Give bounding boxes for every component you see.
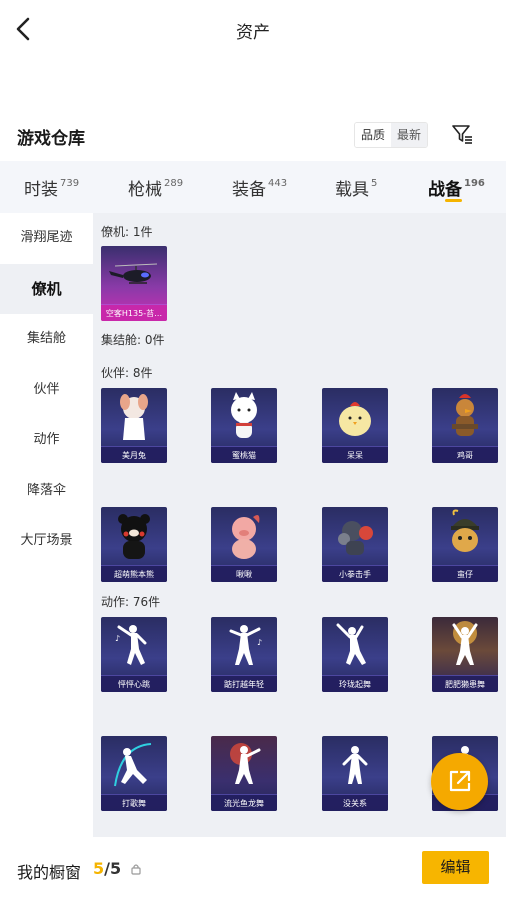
showcase-count: 5/5 bbox=[93, 859, 121, 878]
dancer-silhouette-icon bbox=[114, 743, 152, 787]
dancer-silhouette-icon bbox=[452, 621, 478, 665]
sidebar-item-wingman[interactable]: 僚机 bbox=[0, 263, 93, 314]
item-card[interactable]: 玲珑起舞 bbox=[322, 617, 388, 692]
item-card[interactable]: 蜜桃猫 bbox=[211, 388, 277, 463]
item-name: 呆呆 bbox=[347, 451, 363, 460]
tab-fashion[interactable]: 时装 739 bbox=[24, 175, 79, 200]
boxer-character-icon bbox=[338, 521, 373, 555]
tab-label: 时装 bbox=[24, 180, 58, 200]
tab-count: 289 bbox=[164, 178, 184, 190]
item-card[interactable]: 超萌熊本熊 bbox=[101, 507, 167, 582]
warehouse-title: 游戏仓库 bbox=[17, 129, 85, 149]
showcase-count-current: 5 bbox=[93, 859, 105, 878]
item-card[interactable]: 美月兔 bbox=[101, 388, 167, 463]
sort-quality-button[interactable]: 品质 bbox=[355, 123, 392, 147]
item-name: 踮打越年轻 bbox=[224, 680, 264, 689]
page-title: 资产 bbox=[236, 23, 270, 43]
bunny-character-icon bbox=[120, 394, 148, 440]
top-bar: 资产 bbox=[0, 0, 506, 60]
item-name: 超萌熊本熊 bbox=[114, 570, 154, 579]
tab-equipment[interactable]: 装备 443 bbox=[232, 175, 287, 200]
sort-newest-button[interactable]: 最新 bbox=[391, 123, 428, 147]
sidebar: 滑翔尾迹 僚机 集结舱 伙伴 动作 降落伞 大厅场景 bbox=[0, 213, 93, 837]
tab-label: 装备 bbox=[232, 180, 266, 200]
item-name: 肥肥獭患舞 bbox=[445, 680, 485, 689]
tab-label: 载具 bbox=[335, 180, 369, 200]
tab-count: 739 bbox=[60, 178, 80, 190]
sidebar-item-companion[interactable]: 伙伴 bbox=[0, 365, 93, 416]
tab-count: 443 bbox=[268, 178, 288, 190]
tab-war-supplies[interactable]: 战备 196 bbox=[428, 175, 485, 200]
item-card[interactable]: 啾啾 bbox=[211, 507, 277, 582]
showcase-count-total: /5 bbox=[104, 859, 122, 878]
item-card[interactable]: 肥肥獭患舞 bbox=[432, 617, 498, 692]
item-card[interactable]: 鸡哥 bbox=[432, 388, 498, 463]
filter-button[interactable] bbox=[450, 122, 474, 146]
item-name: 蛮仔 bbox=[457, 570, 473, 579]
item-name: 玲珑起舞 bbox=[339, 680, 371, 689]
item-name: 啾啾 bbox=[236, 570, 252, 579]
bear-character-icon bbox=[118, 514, 150, 559]
sidebar-item-rally-pod[interactable]: 集结舱 bbox=[0, 314, 93, 365]
svg-text:♪: ♪ bbox=[115, 634, 120, 643]
share-export-icon bbox=[449, 770, 471, 792]
item-card[interactable]: 蛮仔 bbox=[432, 507, 498, 582]
sidebar-item-glide-trail[interactable]: 滑翔尾迹 bbox=[0, 213, 93, 264]
item-name: 怦怦心跳 bbox=[118, 680, 150, 689]
section-label-companion: 伙伴: 8件 bbox=[101, 366, 153, 380]
item-name: 空客H135-苔… bbox=[105, 309, 163, 318]
item-card[interactable]: ♪ 怦怦心跳 bbox=[101, 617, 167, 692]
sidebar-item-lobby-scene[interactable]: 大厅场景 bbox=[0, 516, 93, 567]
section-label-wingman: 僚机: 1件 bbox=[101, 225, 153, 239]
warehouse-header: 游戏仓库 品质 最新 bbox=[0, 118, 506, 152]
tab-label: 战备 bbox=[428, 180, 462, 200]
item-card[interactable]: 没关系 bbox=[322, 736, 388, 811]
item-card[interactable]: 打歌舞 bbox=[101, 736, 167, 811]
item-card[interactable]: 小拳击手 bbox=[322, 507, 388, 582]
edit-button[interactable]: 编辑 bbox=[422, 851, 489, 884]
item-name: 蜜桃猫 bbox=[232, 451, 256, 460]
sidebar-item-parachute[interactable]: 降落伞 bbox=[0, 466, 93, 517]
item-card[interactable]: 流光鱼龙舞 bbox=[211, 736, 277, 811]
category-tabs: 时装 739 枪械 289 装备 443 载具 5 战备 196 bbox=[0, 161, 506, 213]
dancer-silhouette-icon bbox=[230, 743, 261, 784]
tab-guns[interactable]: 枪械 289 bbox=[128, 175, 183, 200]
tab-label: 枪械 bbox=[128, 180, 162, 200]
sidebar-item-emote[interactable]: 动作 bbox=[0, 415, 93, 466]
item-card[interactable]: 空客H135-苔… bbox=[101, 246, 167, 321]
tab-count: 5 bbox=[371, 178, 378, 190]
dancer-silhouette-icon: ♪ bbox=[229, 625, 262, 665]
helicopter-icon bbox=[109, 263, 158, 284]
item-name: 流光鱼龙舞 bbox=[224, 799, 264, 808]
item-name: 小拳击手 bbox=[339, 570, 371, 579]
rooster-character-icon bbox=[452, 394, 478, 436]
item-name: 美月兔 bbox=[122, 451, 146, 460]
cat-character-icon bbox=[231, 392, 257, 438]
sort-toggle: 品质 最新 bbox=[354, 122, 429, 148]
section-label-rally-pod: 集结舱: 0件 bbox=[101, 333, 165, 347]
filter-icon bbox=[452, 125, 472, 144]
dancer-silhouette-icon bbox=[336, 623, 366, 665]
item-name: 鸡哥 bbox=[457, 451, 473, 460]
tab-count: 196 bbox=[464, 178, 485, 190]
share-button[interactable] bbox=[431, 753, 488, 810]
svg-text:♪: ♪ bbox=[257, 638, 262, 647]
dancer-silhouette-icon bbox=[342, 746, 368, 784]
helmet-character-icon bbox=[451, 509, 479, 552]
tab-vehicles[interactable]: 载具 5 bbox=[335, 175, 377, 200]
item-card[interactable]: 呆呆 bbox=[322, 388, 388, 463]
section-label-emote: 动作: 76件 bbox=[101, 595, 161, 609]
item-grid: 僚机: 1件 空客H135-苔… 集结舱: 0件 伙伴: 8件 美月兔 蜜桃猫 … bbox=[93, 213, 506, 837]
showcase-bar: 我的橱窗 5/5 编辑 bbox=[0, 837, 506, 897]
item-name: 打歌舞 bbox=[122, 799, 146, 808]
pig-character-icon bbox=[232, 515, 260, 559]
dancer-silhouette-icon: ♪ bbox=[115, 625, 147, 665]
lock-icon bbox=[131, 864, 141, 875]
showcase-label: 我的橱窗 bbox=[17, 863, 82, 882]
item-card[interactable]: ♪ 踮打越年轻 bbox=[211, 617, 277, 692]
chick-character-icon bbox=[339, 402, 371, 436]
active-tab-indicator bbox=[445, 199, 462, 202]
item-name: 没关系 bbox=[343, 799, 367, 808]
